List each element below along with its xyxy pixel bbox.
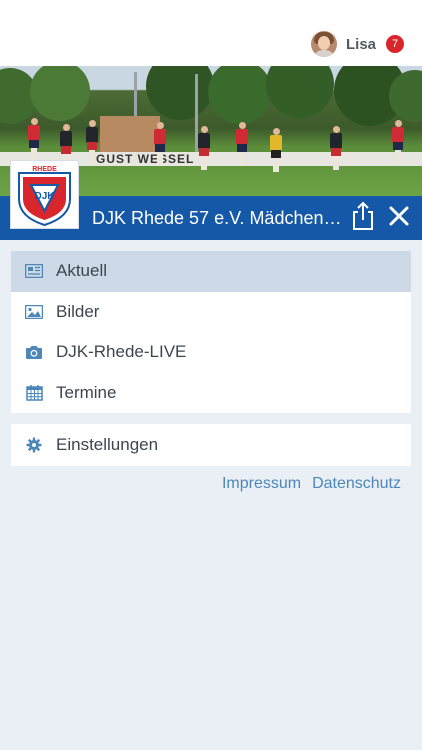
menu-item-einstellungen[interactable]: Einstellungen [11, 424, 411, 466]
menu-label: Einstellungen [56, 435, 159, 454]
menu-label: Aktuell [56, 261, 108, 281]
club-crest: DJK RHEDE [18, 166, 71, 227]
user-profile[interactable]: Lisa 7 [310, 29, 404, 59]
menu-label: DJK-Rhede-LIVE [56, 342, 187, 362]
newspaper-icon [25, 262, 43, 280]
menu-item-bilder[interactable]: Bilder [11, 292, 411, 333]
avatar[interactable] [310, 31, 337, 57]
gear-icon [25, 436, 43, 454]
calendar-icon [25, 384, 43, 402]
crest-text: RHEDE [32, 166, 57, 173]
light-pole [134, 72, 137, 122]
player [154, 122, 166, 166]
club-title: DJK Rhede 57 e.V. Mädchenfu... [92, 208, 344, 228]
menu-label: Termine [56, 382, 117, 402]
notification-badge[interactable]: 7 [386, 35, 404, 53]
menu-item-aktuell[interactable]: Aktuell [11, 251, 411, 292]
settings-menu: Einstellungen [11, 424, 411, 466]
camera-icon [25, 343, 43, 361]
player [28, 118, 40, 162]
top-bar: Lisa 7 [0, 0, 422, 66]
player [198, 126, 210, 170]
footer-links: Impressum Datenschutz [211, 475, 401, 495]
player [392, 120, 404, 164]
main-menu: Aktuell Bilder DJK-Rhede-LIVE Termine [11, 251, 411, 413]
menu-item-termine[interactable]: Termine [11, 373, 411, 414]
user-name[interactable]: Lisa [346, 36, 376, 53]
player [236, 122, 248, 166]
clubhouse [100, 116, 160, 152]
close-icon[interactable] [388, 204, 410, 228]
menu-item-djk-rhede-live[interactable]: DJK-Rhede-LIVE [11, 332, 411, 373]
banner-text: GUST WESSEL [96, 152, 195, 166]
impressum-link[interactable]: Impressum [222, 475, 301, 495]
player [86, 120, 98, 164]
menu-label: Bilder [56, 301, 100, 321]
club-logo: DJK RHEDE [10, 160, 79, 229]
player [270, 128, 282, 172]
share-icon[interactable] [350, 200, 376, 232]
player [330, 126, 342, 170]
image-icon [25, 303, 43, 321]
crest-monogram: DJK [34, 191, 55, 202]
close-button[interactable] [388, 204, 410, 228]
share-button[interactable] [350, 200, 376, 232]
datenschutz-link[interactable]: Datenschutz [312, 475, 401, 495]
